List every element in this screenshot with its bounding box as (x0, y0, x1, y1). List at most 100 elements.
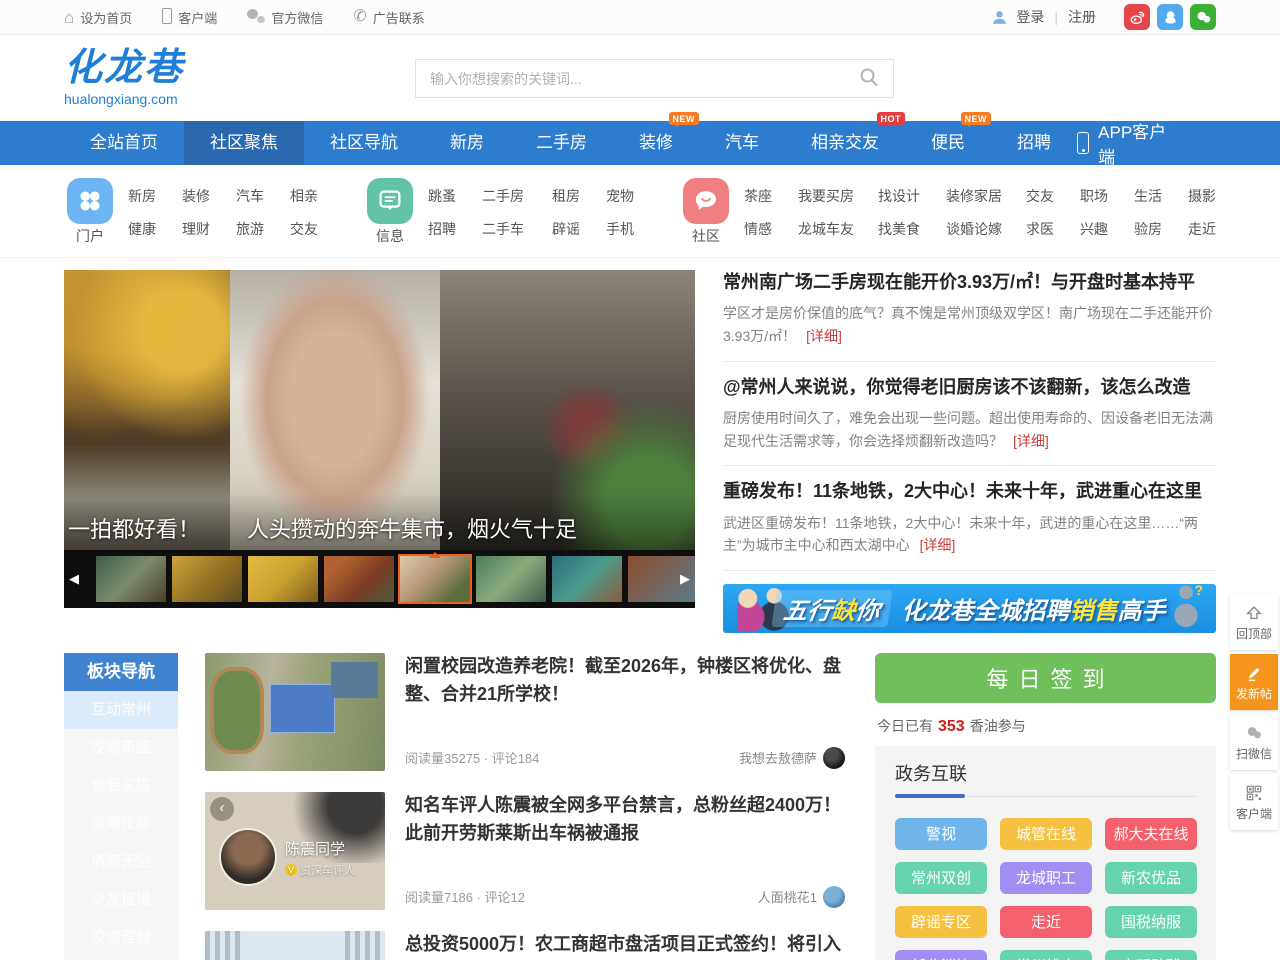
news-title[interactable]: 重磅发布！11条地铁，2大中心！未来十年，武进重心在这里 (723, 479, 1216, 503)
board-nav-item-3[interactable]: 谈婚论嫁 (64, 805, 178, 843)
category-link[interactable]: 谈婚论嫁 (946, 219, 1016, 239)
register-link[interactable]: 注册 (1068, 7, 1096, 27)
floatbar-item-2[interactable]: 扫微信 (1230, 714, 1278, 770)
category-link[interactable]: 装修家居 (946, 186, 1016, 206)
weibo-icon[interactable] (1124, 4, 1150, 30)
category-link[interactable]: 辟谣 (552, 219, 596, 239)
board-nav-item-1[interactable]: 龙城茶座 (64, 729, 178, 767)
gov-button-8[interactable]: 国税纳服 (1105, 906, 1197, 938)
gov-button-0[interactable]: 警视 (895, 818, 987, 850)
category-link[interactable]: 交友 (290, 219, 334, 239)
article-author[interactable]: 我想去敖德萨 (739, 747, 845, 769)
category-link[interactable]: 茶座 (744, 186, 788, 206)
category-link[interactable]: 职场 (1080, 186, 1124, 206)
topbar-link-2[interactable]: 官方微信 (247, 8, 323, 27)
daily-signin-button[interactable]: 每日签到 (875, 653, 1216, 703)
nav-item-5[interactable]: 装修NEW (613, 121, 699, 165)
carousel-thumbnail-4[interactable] (400, 556, 470, 602)
gov-button-2[interactable]: 郝大夫在线 (1105, 818, 1197, 850)
nav-item-4[interactable]: 二手房 (510, 121, 613, 165)
category-link[interactable]: 摄影 (1188, 186, 1232, 206)
back-arrow-icon[interactable]: ‹ (210, 797, 234, 821)
board-nav-item-4[interactable]: 情感天空 (64, 843, 178, 881)
category-link[interactable]: 生活 (1134, 186, 1178, 206)
article-thumbnail[interactable] (205, 653, 385, 771)
gov-button-6[interactable]: 辟谣专区 (895, 906, 987, 938)
article-title[interactable]: 知名车评人陈震被全网多平台禁言，总粉丝超2400万！此前开劳斯莱斯出车祸被通报 (405, 792, 845, 848)
qq-icon[interactable] (1157, 4, 1183, 30)
board-nav-item-0[interactable]: 互动常州 (64, 691, 178, 729)
nav-item-8[interactable]: 便民NEW (905, 121, 991, 165)
category-link[interactable]: 招聘 (428, 219, 472, 239)
category-link[interactable]: 兴趣 (1080, 219, 1124, 239)
carousel-thumbnail-3[interactable] (324, 556, 394, 602)
nav-item-0[interactable]: 全站首页 (64, 121, 184, 165)
category-link[interactable]: 找设计 (878, 186, 936, 206)
prev-arrow-icon[interactable]: ◀ (69, 571, 79, 587)
next-arrow-icon[interactable]: ▶ (680, 571, 690, 587)
category-link[interactable]: 旅游 (236, 219, 280, 239)
article-title[interactable]: 闲置校园改造养老院！截至2026年，钟楼区将优化、盘整、合并21所学校！ (405, 653, 845, 709)
floatbar-item-3[interactable]: 客户端 (1230, 774, 1278, 830)
recruitment-banner[interactable]: 五行缺你 化龙巷全城招聘销售高手 (723, 584, 1216, 633)
category-link[interactable]: 情感 (744, 219, 788, 239)
category-link[interactable]: 交友 (1026, 186, 1070, 206)
login-link[interactable]: 登录 (1016, 7, 1044, 27)
site-logo[interactable]: 化龙巷 hualongxiang.com (64, 48, 184, 107)
news-more-link[interactable]: [详细] (920, 537, 956, 553)
category-link[interactable]: 租房 (552, 186, 596, 206)
gov-button-3[interactable]: 常州双创 (895, 862, 987, 894)
article-thumbnail[interactable] (205, 931, 385, 960)
board-nav-item-2[interactable]: 我要买房 (64, 767, 178, 805)
category-link[interactable]: 找美食 (878, 219, 936, 239)
nav-item-7[interactable]: 相亲交友HOT (785, 121, 905, 165)
category-link[interactable]: 新房 (128, 186, 172, 206)
board-nav-item-5[interactable]: 交友征婚 (64, 881, 178, 919)
category-link[interactable]: 走近 (1188, 219, 1232, 239)
category-link[interactable]: 验房 (1134, 219, 1178, 239)
topbar-link-0[interactable]: 设为首页 (64, 8, 132, 27)
article-title[interactable]: 总投资5000万！农工商超市盘活项目正式签约！将引入连锁超市、网红餐饮！ (405, 931, 845, 960)
carousel-thumbnail-2[interactable] (248, 556, 318, 602)
photo-carousel[interactable]: 一拍都好看！ 人头攒动的奔牛集市，烟火气十足 ◀ ▶ (64, 270, 695, 608)
news-more-link[interactable]: [详细] (806, 328, 842, 344)
category-link[interactable]: 相亲 (290, 186, 334, 206)
gov-button-4[interactable]: 龙城职工 (1000, 862, 1092, 894)
category-link[interactable]: 龙城车友 (798, 219, 868, 239)
gov-button-11[interactable]: 文明助残 (1105, 950, 1197, 960)
topbar-link-3[interactable]: 广告联系 (353, 8, 424, 27)
category-link[interactable]: 我要买房 (798, 186, 868, 206)
category-link[interactable]: 跳蚤 (428, 186, 472, 206)
category-link[interactable]: 汽车 (236, 186, 280, 206)
category-link[interactable]: 二手房 (482, 186, 542, 206)
category-link[interactable]: 手机 (606, 219, 650, 239)
news-title[interactable]: 常州南广场二手房现在能开价3.93万/㎡！与开盘时基本持平 (723, 270, 1216, 294)
news-more-link[interactable]: [详细] (1013, 433, 1049, 449)
gov-button-10[interactable]: 常州排水 (1000, 950, 1092, 960)
floatbar-item-1[interactable]: 发新帖 (1230, 654, 1278, 710)
gov-button-7[interactable]: 走近 (1000, 906, 1092, 938)
category-link[interactable]: 宠物 (606, 186, 650, 206)
nav-item-2[interactable]: 社区导航 (304, 121, 424, 165)
search-button[interactable] (845, 60, 893, 97)
gov-button-1[interactable]: 城管在线 (1000, 818, 1092, 850)
article-author[interactable]: 人面桃花1 (758, 886, 845, 908)
category-link[interactable]: 二手车 (482, 219, 542, 239)
topbar-link-1[interactable]: 客户端 (162, 8, 217, 27)
category-link[interactable]: 求医 (1026, 219, 1070, 239)
floatbar-item-0[interactable]: 回顶部 (1230, 594, 1278, 650)
search-input[interactable] (416, 71, 845, 87)
wechat-icon[interactable] (1190, 4, 1216, 30)
nav-item-9[interactable]: 招聘 (991, 121, 1077, 165)
carousel-thumbnail-6[interactable] (552, 556, 622, 602)
category-link[interactable]: 健康 (128, 219, 172, 239)
category-link[interactable]: 装修 (182, 186, 226, 206)
nav-item-3[interactable]: 新房 (424, 121, 510, 165)
gov-button-5[interactable]: 新农优品 (1105, 862, 1197, 894)
article-thumbnail[interactable]: ‹陈震同学V资深车评人 (205, 792, 385, 910)
board-nav-item-6[interactable]: 投资理财 (64, 919, 178, 957)
gov-button-9[interactable]: 新北消协 (895, 950, 987, 960)
carousel-thumbnail-1[interactable] (172, 556, 242, 602)
category-link[interactable]: 理财 (182, 219, 226, 239)
nav-item-1[interactable]: 社区聚焦 (184, 121, 304, 165)
